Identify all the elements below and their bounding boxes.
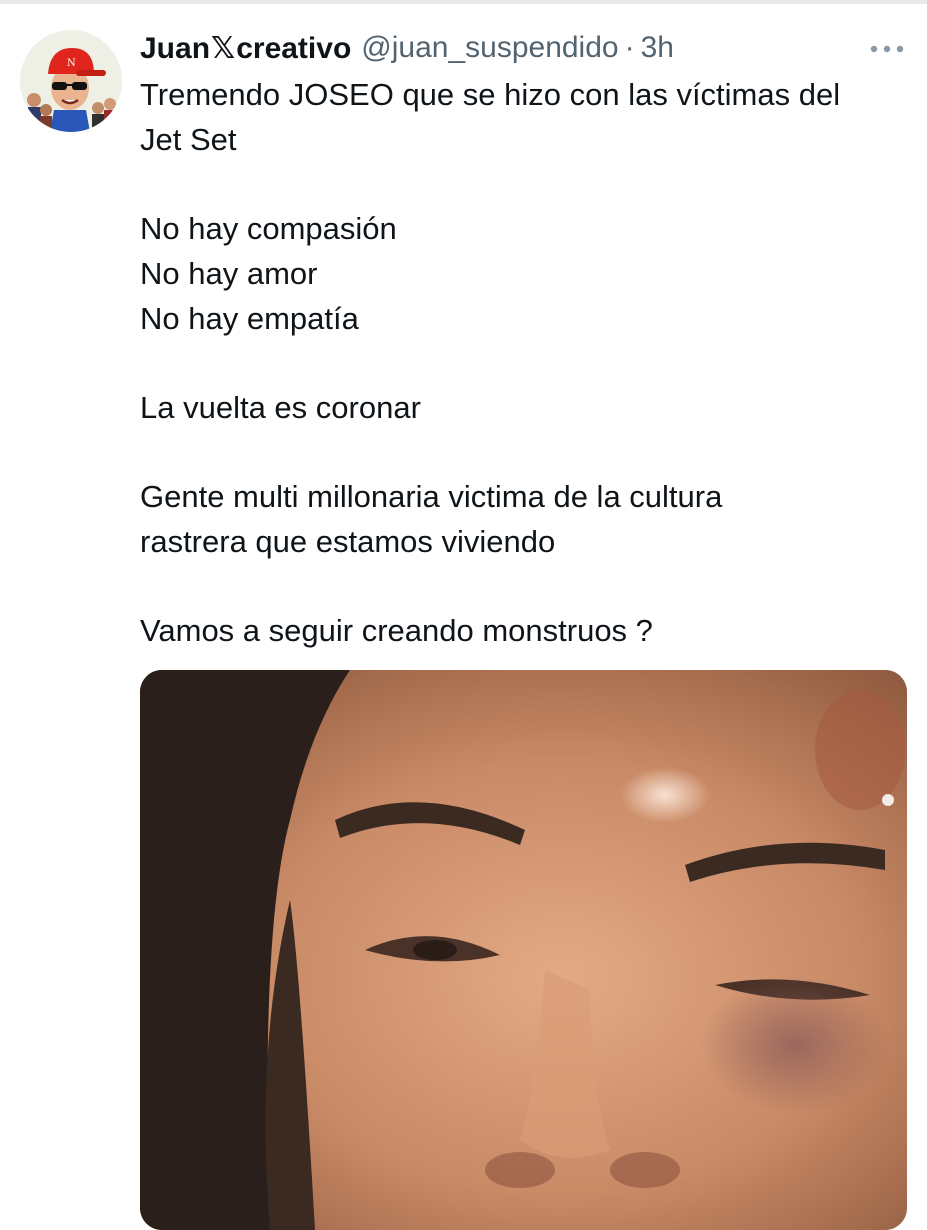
user-handle[interactable]: @juan_suspendido: [361, 31, 618, 65]
tweet[interactable]: N Juan𝕏creativo @juan_suspendido · 3h Tr…: [0, 0, 927, 1230]
display-name[interactable]: Juan𝕏creativo: [140, 31, 351, 66]
tweet-line: No hay amor: [140, 256, 318, 291]
display-name-part2: creativo: [236, 31, 352, 65]
tweet-text: Tremendo JOSEO que se hizo con las vícti…: [140, 72, 910, 653]
more-horizontal-icon[interactable]: [869, 42, 905, 54]
avatar[interactable]: N: [20, 30, 122, 132]
tweet-line: La vuelta es coronar: [140, 390, 421, 425]
timestamp[interactable]: 3h: [641, 31, 674, 65]
tweet-header: Juan𝕏creativo @juan_suspendido · 3h: [140, 24, 674, 72]
tweet-line: Jet Set: [140, 122, 237, 157]
meta-separator: ·: [624, 31, 635, 64]
photo-image: [140, 670, 907, 1230]
tweet-line: Gente multi millonaria victima de la cul…: [140, 479, 723, 514]
display-name-part1: Juan: [140, 31, 211, 65]
tweet-line: No hay empatía: [140, 301, 359, 336]
avatar-image: N: [20, 30, 122, 132]
tweet-line: No hay compasión: [140, 211, 397, 246]
display-name-x-glyph: 𝕏: [211, 31, 236, 65]
tweet-line: Tremendo JOSEO que se hizo con las vícti…: [140, 77, 841, 112]
tweet-media-photo[interactable]: [140, 670, 907, 1230]
tweet-line: rastrera que estamos viviendo: [140, 524, 556, 559]
svg-text:N: N: [67, 58, 76, 69]
tweet-line: Vamos a seguir creando monstruos ?: [140, 613, 653, 648]
